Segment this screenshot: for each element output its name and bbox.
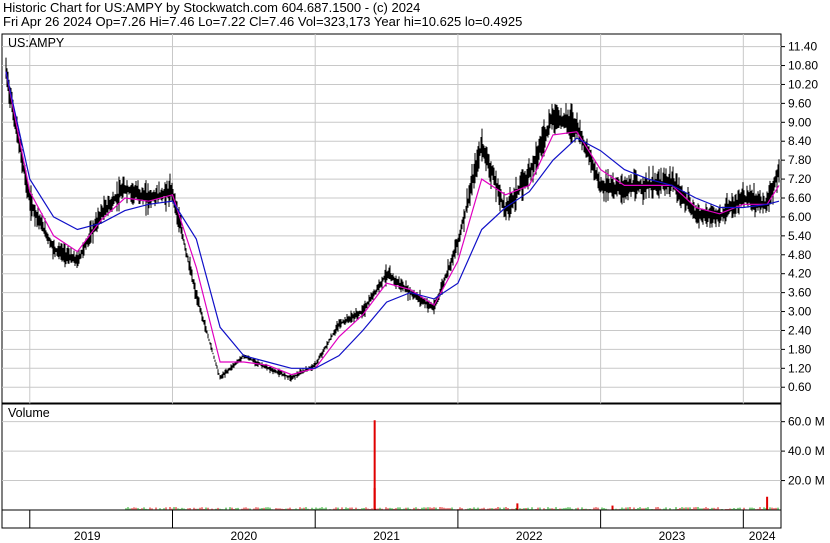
price-tick-label: 4.20 [788,267,812,281]
volume-tick-label: 20.0 M [788,474,825,488]
price-tick-label: 2.40 [788,323,812,337]
volume-tick-label: 40.0 M [788,444,825,458]
x-tick-label-2021: 2021 [373,529,400,543]
price-tick-label: 11.40 [788,40,817,54]
volume-frame [1,403,782,511]
price-tick-label: 6.60 [788,191,812,205]
x-tick-label-2019: 2019 [74,529,101,543]
price-tick-label: 3.60 [788,286,812,300]
x-tick-label-2024: 2024 [749,529,776,543]
price-tick-label: 8.40 [788,134,812,148]
price-frame [1,33,782,404]
stock-chart: 11.40 10.80 10.20 9.60 9.00 8.40 7.80 7.20 6.60 6… [1,33,825,543]
x-axis-frame [1,509,782,529]
price-tick-label: 9.60 [788,96,812,110]
price-tick-label: 1.80 [788,342,812,356]
volume-panel: 60.0 M 40.0 M 20.0 M Volume [1,403,825,511]
price-tick-label: 7.20 [788,172,812,186]
volume-tick-label: 60.0 M [788,415,825,429]
x-tick-label-2023: 2023 [659,529,686,543]
price-tick-label: 4.80 [788,248,812,262]
price-tick-label: 3.00 [788,305,812,319]
price-tick-label: 6.00 [788,210,812,224]
x-axis: 2019 2020 2021 2022 2023 2024 [1,509,782,543]
price-tick-label: 10.80 [788,59,818,73]
price-tick-label: 1.20 [788,361,812,375]
price-tick-label: 7.80 [788,153,812,167]
price-tick-label: 9.00 [788,115,812,129]
price-tick-label: 5.40 [788,229,812,243]
price-tick-label: 0.60 [788,380,812,394]
x-tick-label-2020: 2020 [230,529,257,543]
x-tick-label-2022: 2022 [516,529,543,543]
volume-panel-title: Volume [8,406,50,420]
price-tick-label: 10.20 [788,77,818,91]
price-panel-title: US:AMPY [8,36,65,50]
